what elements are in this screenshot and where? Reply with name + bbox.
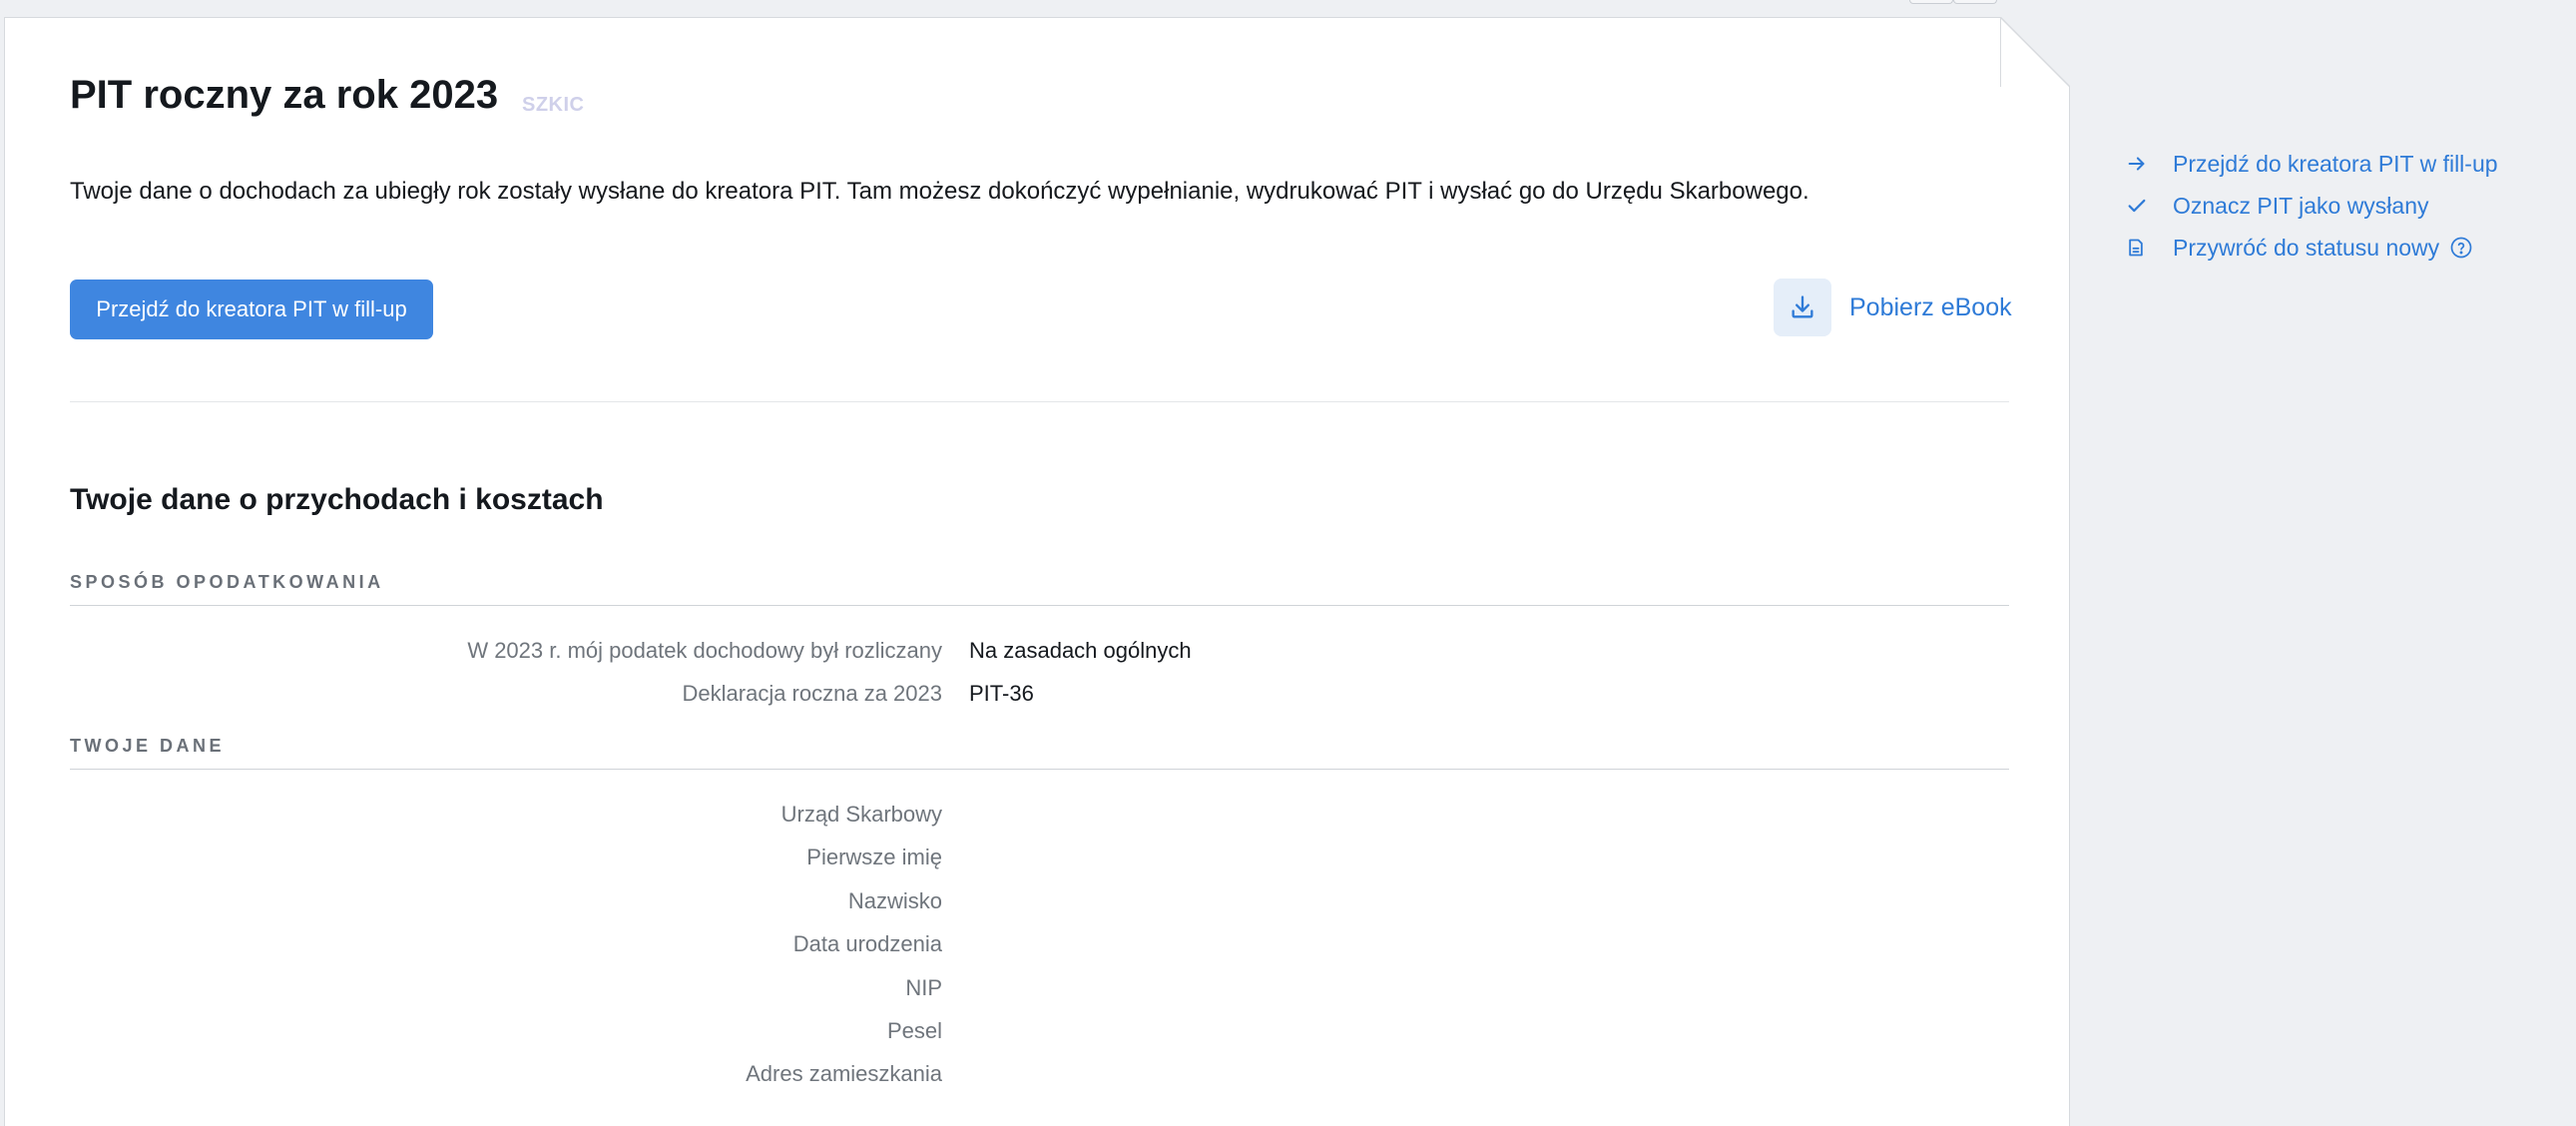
document-card: PIT roczny za rok 2023 SZKIC Twoje dane … [4,17,2070,1126]
personal-row: NIP [5,975,2069,1005]
personal-heading: TWOJE DANE [70,736,226,756]
download-ebook-link[interactable]: Pobierz eBook [1774,278,2012,337]
ebook-label: Pobierz eBook [1849,292,2012,321]
personal-row: Nazwisko [5,888,2069,918]
personal-row: Pesel [5,1018,2069,1048]
window-controls[interactable] [1909,0,1997,4]
row-label: Urząd Skarbowy [780,802,942,827]
control-tab-right[interactable] [1953,0,1997,4]
row-label: Data urodzenia [792,931,942,956]
status-badge: SZKIC [522,94,585,116]
personal-row: Urząd Skarbowy [5,802,2069,832]
document-icon [2126,236,2159,260]
sidebar-item-label: Oznacz PIT jako wysłany [2173,192,2429,219]
taxation-row: Deklaracja roczna za 2023 PIT-36 [5,681,2069,711]
row-value: PIT-36 [969,681,1034,706]
check-icon [2126,194,2159,218]
row-label: Pesel [886,1018,942,1043]
arrow-right-icon [2126,152,2159,176]
go-to-pit-creator-button[interactable]: Przejdź do kreatora PIT w fill-up [70,280,433,339]
taxation-divider [70,605,2009,606]
row-label: W 2023 r. mój podatek dochodowy był rozl… [467,638,942,663]
personal-row: Data urodzenia [5,931,2069,961]
page-title: PIT roczny za rok 2023 [70,73,499,117]
folded-corner [2000,17,2070,87]
sidebar-actions: Przejdź do kreatora PIT w fill-up Oznacz… [2126,143,2498,269]
sidebar-item-label: Przywróć do statusu nowy [2173,234,2440,261]
row-label: Deklaracja roczna za 2023 [682,681,942,706]
sidebar-item-restore-status[interactable]: Przywróć do statusu nowy [2126,227,2498,269]
row-label: NIP [905,975,942,1000]
sidebar-item-mark-as-sent[interactable]: Oznacz PIT jako wysłany [2126,185,2498,227]
row-value: Na zasadach ogólnych [969,638,1192,663]
control-tab-left[interactable] [1909,0,1953,4]
personal-divider [70,769,2009,770]
intro-text: Twoje dane o dochodach za ubiegły rok zo… [70,178,1809,205]
row-label: Adres zamieszkania [746,1061,942,1086]
divider [70,401,2009,402]
personal-row: Adres zamieszkania [5,1061,2069,1091]
section-title: Twoje dane o przychodach i kosztach [70,483,604,516]
help-circle-icon[interactable] [2449,236,2473,260]
taxation-heading: SPOSÓB OPODATKOWANIA [70,572,384,592]
download-icon [1774,279,1831,336]
row-label: Nazwisko [847,888,942,913]
row-label: Pierwsze imię [806,844,942,869]
sidebar-item-label: Przejdź do kreatora PIT w fill-up [2173,150,2498,177]
sidebar-item-go-to-creator[interactable]: Przejdź do kreatora PIT w fill-up [2126,143,2498,185]
taxation-row: W 2023 r. mój podatek dochodowy był rozl… [5,638,2069,668]
personal-row: Pierwsze imię [5,844,2069,874]
